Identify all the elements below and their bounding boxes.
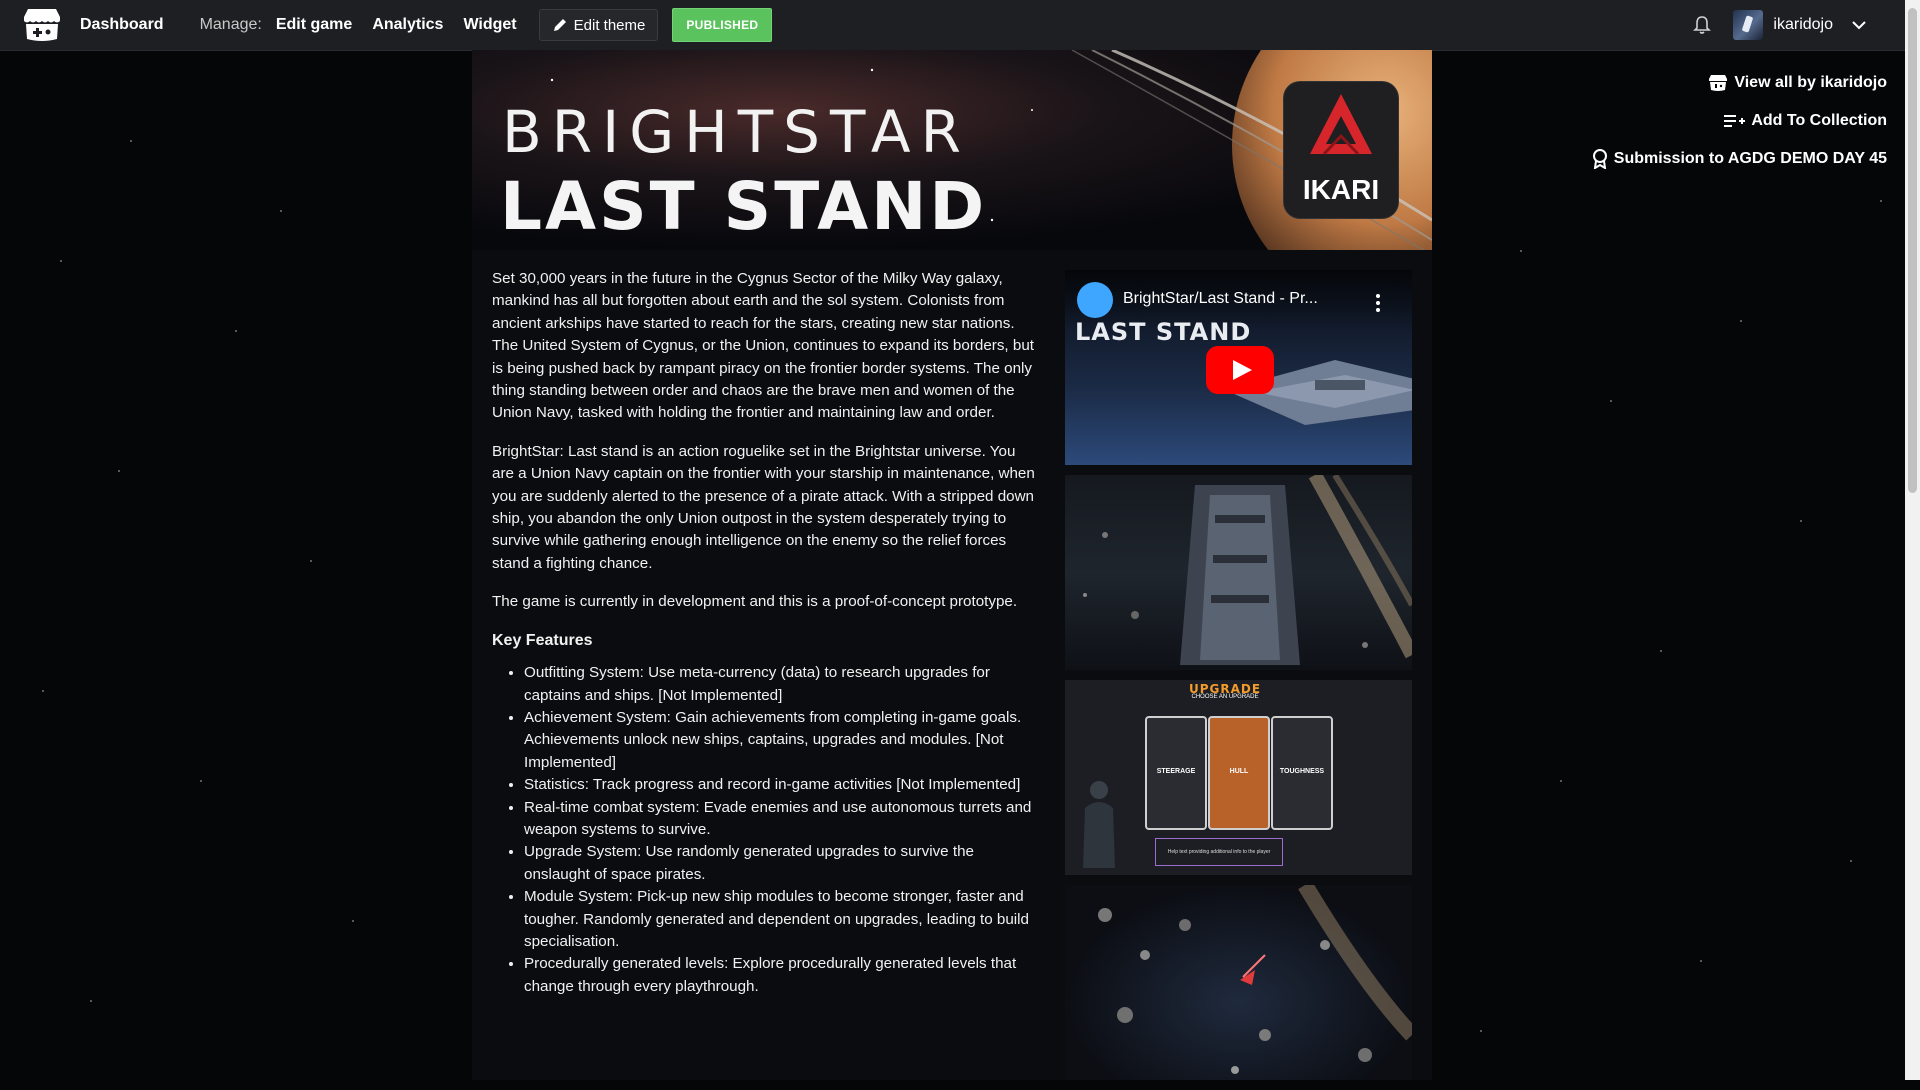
add-to-collection-label: Add To Collection — [1751, 112, 1887, 129]
screenshot-station[interactable] — [1065, 475, 1412, 670]
description-paragraph: BrightStar: Last stand is an action rogu… — [492, 442, 1035, 572]
ikari-triangle-icon — [1310, 94, 1372, 156]
nav-edit-game-link[interactable]: Edit game — [276, 16, 352, 34]
upgrade-card: STEERAGE — [1145, 716, 1207, 830]
top-navigation-bar: Dashboard Manage: Edit game Analytics Wi… — [0, 0, 1905, 51]
edit-theme-button[interactable]: Edit theme — [538, 9, 659, 41]
feature-item: Achievement System: Gain achievements fr… — [524, 707, 1038, 774]
upgrade-card: HULL — [1208, 716, 1270, 830]
nav-widget-link[interactable]: Widget — [463, 16, 516, 34]
screenshot-asteroids[interactable] — [1065, 885, 1412, 1080]
feature-item: Procedurally generated levels: Explore p… — [524, 953, 1038, 998]
feature-item: Outfitting System: Use meta-currency (da… — [524, 662, 1038, 707]
nav-dashboard-link[interactable]: Dashboard — [80, 16, 164, 34]
ikari-logo-text: IKARI — [1302, 174, 1380, 205]
upgrade-card-label: STEERAGE — [1156, 768, 1196, 775]
feature-item: Statistics: Track progress and record in… — [524, 774, 1038, 796]
edit-theme-label: Edit theme — [573, 16, 646, 34]
upgrade-card: TOUGHNESS — [1271, 716, 1333, 830]
scrollbar-thumb[interactable] — [1908, 8, 1917, 493]
bell-icon[interactable] — [1693, 15, 1712, 35]
itchio-logo-icon[interactable] — [22, 7, 62, 43]
page-scrollbar[interactable] — [1905, 0, 1920, 1080]
nav-analytics-link[interactable]: Analytics — [372, 16, 443, 34]
user-avatar[interactable] — [1733, 10, 1764, 40]
captain-silhouette — [1083, 781, 1115, 868]
view-all-label: View all by ikaridojo — [1734, 74, 1887, 91]
channel-avatar[interactable] — [1077, 282, 1113, 318]
username-label[interactable]: ikaridojo — [1773, 16, 1833, 34]
media-column: BrightStar/Last Stand - Pr... LAST STAND — [1065, 270, 1412, 1090]
more-options-icon[interactable] — [1376, 294, 1380, 312]
youtube-play-icon[interactable] — [1206, 346, 1274, 394]
jam-submission-label: Submission to AGDG DEMO DAY 45 — [1613, 150, 1887, 167]
description-paragraph: Set 30,000 years in the future in the Cy… — [492, 270, 1034, 422]
game-page: BRIGHTSTAR LAST STAND IKARI Set 30,000 y… — [472, 50, 1432, 1080]
help-text-box: Help text providing additional info to t… — [1155, 838, 1283, 866]
banner-title-last-stand: LAST STAND — [500, 168, 988, 245]
upgrade-subtitle: CHOOSE AN UPGRADE — [1191, 694, 1259, 700]
feature-item: Upgrade System: Use randomly generated u… — [524, 841, 1038, 886]
feature-item: Real-time combat system: Evade enemies a… — [524, 797, 1038, 842]
key-features-list: Outfitting System: Use meta-currency (da… — [492, 662, 1038, 998]
video-title[interactable]: BrightStar/Last Stand - Pr... — [1123, 290, 1318, 308]
ikari-studio-logo: IKARI — [1284, 82, 1398, 218]
banner-title-brightstar: BRIGHTSTAR — [502, 98, 971, 166]
award-ribbon-icon — [1592, 149, 1607, 169]
add-to-collection-link[interactable]: Add To Collection — [1592, 102, 1887, 140]
page-side-links: View all by ikaridojo Add To Collection … — [1592, 64, 1887, 178]
itchio-logo-icon — [1709, 75, 1728, 91]
game-description: Set 30,000 years in the future in the Cy… — [492, 268, 1038, 998]
jam-submission-link[interactable]: Submission to AGDG DEMO DAY 45 — [1592, 140, 1887, 178]
add-to-list-icon — [1724, 115, 1746, 127]
asteroid-field-artwork — [1098, 885, 1412, 1074]
game-banner: BRIGHTSTAR LAST STAND IKARI — [472, 50, 1432, 250]
screenshot-upgrade-menu[interactable]: UPGRADE CHOOSE AN UPGRADE STEERAGE HULL … — [1065, 680, 1412, 875]
video-overlay-title: LAST STAND — [1075, 318, 1252, 346]
view-all-link[interactable]: View all by ikaridojo — [1592, 64, 1887, 102]
manage-label: Manage: — [199, 16, 262, 33]
published-status-badge[interactable]: PUBLISHED — [672, 8, 773, 42]
chevron-down-icon[interactable] — [1851, 20, 1867, 30]
youtube-video-embed[interactable]: BrightStar/Last Stand - Pr... LAST STAND — [1065, 270, 1412, 465]
pencil-icon — [553, 19, 566, 31]
description-paragraph: The game is currently in development and… — [492, 593, 1018, 611]
space-station-artwork — [1083, 475, 1412, 665]
key-features-heading: Key Features — [492, 631, 593, 649]
feature-item: Module System: Pick-up new ship modules … — [524, 886, 1038, 953]
upgrade-card-label: TOUGHNESS — [1279, 768, 1325, 775]
upgrade-card-label: HULL — [1229, 768, 1249, 775]
user-area: ikaridojo — [1693, 10, 1867, 40]
